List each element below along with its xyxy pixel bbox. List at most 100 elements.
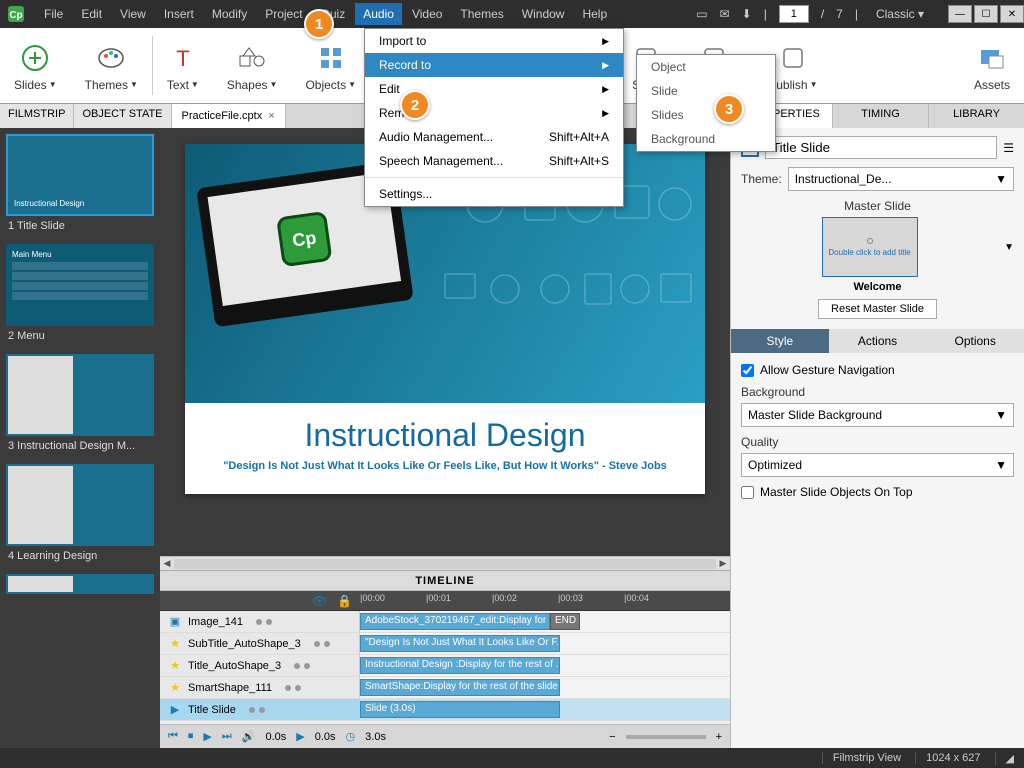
tick: |00:01 [426,593,451,603]
menu-video[interactable]: Video [404,3,450,25]
menu-item-speech-management-[interactable]: Speech Management...Shift+Alt+S [365,149,623,173]
layer-track[interactable]: Instructional Design :Display for the re… [360,655,730,676]
menu-audio[interactable]: Audio [355,3,402,25]
filmstrip-thumb[interactable]: 3 Instructional Design M... [6,354,154,456]
tab-object-state[interactable]: OBJECT STATE [74,104,171,128]
subtab-actions[interactable]: Actions [829,329,927,353]
master-slide-label: Master Slide [741,199,1014,213]
ribbon-label: Assets [974,78,1010,92]
menu-edit[interactable]: Edit [73,3,110,25]
lock-icon[interactable]: 🔒 [337,594,352,608]
layer-bar[interactable]: "Design Is Not Just What It Looks Like O… [360,635,560,652]
timeline-row[interactable]: ★SmartShape_111SmartShape:Display for th… [160,677,730,699]
ribbon-objects[interactable]: Objects▼ [291,28,370,103]
subtab-options[interactable]: Options [926,329,1024,353]
ribbon-assets[interactable]: Assets [960,28,1024,103]
assets-icon [977,40,1007,76]
close-button[interactable]: ✕ [1000,5,1024,23]
timeline-row[interactable]: ★Title_AutoShape_3Instructional Design :… [160,655,730,677]
layer-track[interactable]: Slide (3.0s) [360,699,730,720]
master-slide-thumb[interactable]: Double click to add title [822,217,918,277]
ribbon-slides[interactable]: Slides▼ [0,28,71,103]
layer-bar[interactable]: Instructional Design :Display for the re… [360,657,560,674]
play-button[interactable]: ▶ [203,730,211,743]
background-dropdown[interactable]: Master Slide Background▼ [741,403,1014,427]
menu-item-settings-[interactable]: Settings... [365,182,623,206]
menu-themes[interactable]: Themes [452,3,511,25]
maximize-button[interactable]: ☐ [974,5,998,23]
shortcut: Shift+Alt+A [549,130,609,144]
menu-item-record-to[interactable]: Record to▶ [365,53,623,77]
timeline-row[interactable]: ★SubTitle_AutoShape_3"Design Is Not Just… [160,633,730,655]
close-icon[interactable]: × [268,110,274,122]
zoom-in-button[interactable]: + [716,731,722,743]
filmstrip-thumb[interactable]: Main Menu2 Menu [6,244,154,346]
menu-insert[interactable]: Insert [156,3,202,25]
menu-item-audio-management-[interactable]: Audio Management...Shift+Alt+A [365,125,623,149]
quality-dropdown[interactable]: Optimized▼ [741,453,1014,477]
page-current-input[interactable] [779,5,809,23]
tab-library[interactable]: LIBRARY [928,104,1024,128]
theme-label: Theme: [741,172,782,186]
visibility-icon[interactable]: 👁 [312,594,327,608]
filmstrip-thumb[interactable]: 4 Learning Design [6,464,154,566]
tab-filmstrip[interactable]: FILMSTRIP [0,104,74,128]
chevron-right-icon: ▶ [602,60,609,71]
filmstrip-thumb[interactable]: Instructional Design1 Title Slide [6,134,154,236]
timeline-row[interactable]: ▣Image_141AdobeStock_370219467_edit:Disp… [160,611,730,633]
ribbon-themes[interactable]: Themes▼ [71,28,152,103]
slide-title: Instructional Design [205,417,685,454]
annotation-badge-3: 3 [714,94,744,124]
tab-icon[interactable]: ▭ [696,7,707,21]
mail-icon[interactable]: ✉ [720,7,730,21]
scroll-right-icon[interactable]: ▶ [716,558,730,569]
theme-dropdown[interactable]: Instructional_De...▼ [788,167,1014,191]
reset-master-button[interactable]: Reset Master Slide [818,299,937,319]
horizontal-scrollbar[interactable]: ◀ ▶ [160,556,730,570]
subtab-style[interactable]: Style [731,329,829,353]
file-tab[interactable]: PracticeFile.cptx × [172,104,286,128]
submenu-item-background[interactable]: Background [637,127,775,151]
menu-file[interactable]: File [36,3,71,25]
layer-bar[interactable]: SmartShape:Display for the rest of the s… [360,679,560,696]
menu-icon[interactable]: ☰ [1003,141,1014,155]
publish-icon [780,40,806,76]
status-resize-grip[interactable]: ◢ [995,752,1014,765]
download-icon[interactable]: ⬇ [742,7,752,21]
allow-gesture-checkbox[interactable] [741,364,754,377]
forward-button[interactable]: ⏭ [222,730,232,743]
audio-icon[interactable]: 🔊 [242,730,256,743]
slide-name-input[interactable] [765,136,997,159]
layer-track[interactable]: SmartShape:Display for the rest of the s… [360,677,730,698]
menu-modify[interactable]: Modify [204,3,255,25]
layer-track[interactable]: "Design Is Not Just What It Looks Like O… [360,633,730,654]
menu-view[interactable]: View [112,3,154,25]
slide-subtitle: "Design Is Not Just What It Looks Like O… [205,460,685,472]
timeline-row[interactable]: ▶Title SlideSlide (3.0s) [160,699,730,721]
star-icon: ★ [168,659,182,672]
submenu-item-slide[interactable]: Slide [637,79,775,103]
layer-bar[interactable]: Slide (3.0s) [360,701,560,718]
rewind-button[interactable]: ⏮ [168,730,178,743]
menu-item-import-to[interactable]: Import to▶ [365,29,623,53]
stop-button[interactable]: ⏹ [188,730,194,743]
sep-icon-2: | [855,7,858,21]
menu-project[interactable]: Project [257,3,310,25]
chevron-down-icon[interactable]: ▼ [1004,242,1014,253]
menu-window[interactable]: Window [514,3,573,25]
timeline-header: TIMELINE [160,571,730,591]
menu-help[interactable]: Help [574,3,615,25]
ribbon-text[interactable]: TText▼ [153,28,213,103]
submenu-item-object[interactable]: Object [637,55,775,79]
layer-bar[interactable]: AdobeStock_370219467_edit:Display for th… [360,613,550,630]
layer-track[interactable]: AdobeStock_370219467_edit:Display for th… [360,611,730,632]
tab-timing[interactable]: TIMING [832,104,928,128]
master-on-top-checkbox[interactable] [741,486,754,499]
minimize-button[interactable]: — [948,5,972,23]
submenu-item-slides[interactable]: Slides [637,103,775,127]
zoom-out-button[interactable]: − [609,731,615,743]
ribbon-shapes[interactable]: Shapes▼ [213,28,292,103]
workspace-dropdown[interactable]: Classic ▾ [870,5,930,23]
zoom-slider[interactable] [626,735,706,739]
scroll-left-icon[interactable]: ◀ [160,558,174,569]
